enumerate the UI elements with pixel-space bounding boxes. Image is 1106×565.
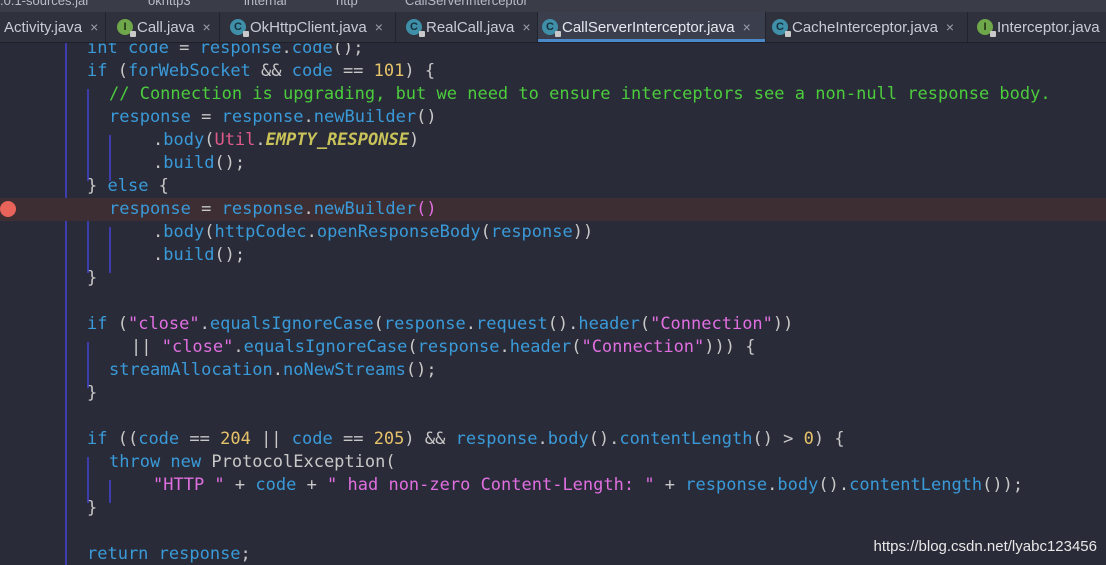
lock-icon bbox=[785, 31, 791, 37]
code-line: .body(httpCodec.openResponseBody(respons… bbox=[153, 222, 594, 242]
code-line: } else { bbox=[87, 176, 169, 196]
watermark-url: https://blog.csdn.net/lyabc123456 bbox=[873, 538, 1098, 555]
lock-icon bbox=[243, 31, 249, 37]
interface-icon: I bbox=[117, 19, 136, 37]
tab-label: CallServerInterceptor.java bbox=[562, 18, 735, 36]
breadcrumb-item[interactable]: internal bbox=[244, 0, 287, 8]
close-icon[interactable]: × bbox=[90, 19, 98, 35]
tab-interceptor-java[interactable]: I Interceptor.java bbox=[973, 12, 1106, 42]
breakpoint-icon[interactable] bbox=[0, 201, 16, 217]
code-line: // Connection is upgrading, but we need … bbox=[109, 84, 1051, 104]
code-line: if ("close".equalsIgnoreCase(response.re… bbox=[87, 314, 794, 334]
lock-icon bbox=[990, 31, 996, 37]
breadcrumb-item[interactable]: .0.1-sources.jar bbox=[0, 0, 90, 8]
close-icon[interactable]: × bbox=[743, 19, 751, 35]
breadcrumb: .0.1-sources.jar okhttp3 internal http C… bbox=[0, 0, 1106, 12]
tab-call-java[interactable]: I Call.java × bbox=[113, 12, 220, 42]
tab-label: OkHttpClient.java bbox=[250, 18, 367, 36]
code-line: int code = response.code(); bbox=[87, 43, 364, 58]
code-line: .build(); bbox=[153, 153, 246, 173]
code-line: response = response.newBuilder() bbox=[109, 107, 437, 127]
tab-callserverinterceptor-java[interactable]: C CallServerInterceptor.java × bbox=[538, 12, 766, 42]
close-icon[interactable]: × bbox=[522, 19, 530, 35]
code-line-breakpoint: response = response.newBuilder() bbox=[0, 198, 1106, 221]
code-line: .build(); bbox=[153, 245, 246, 265]
breadcrumb-item[interactable]: okhttp3 bbox=[148, 0, 191, 8]
tab-cacheinterceptor-java[interactable]: C CacheInterceptor.java × bbox=[768, 12, 968, 42]
tab-realcall-java[interactable]: C RealCall.java × bbox=[402, 12, 538, 42]
tab-okhttpclient-java[interactable]: C OkHttpClient.java × bbox=[226, 12, 396, 42]
tab-activity-java[interactable]: Activity.java × bbox=[0, 12, 106, 42]
code-line: if ((code == 204 || code == 205) && resp… bbox=[87, 429, 845, 449]
code-line: } bbox=[87, 268, 98, 288]
lock-icon bbox=[419, 31, 425, 37]
code-line: .body(Util.EMPTY_RESPONSE) bbox=[153, 130, 420, 150]
tab-label: CacheInterceptor.java bbox=[792, 18, 938, 36]
close-icon[interactable]: × bbox=[946, 19, 954, 35]
code-line: "HTTP " + code + " had non-zero Content-… bbox=[153, 475, 1024, 495]
code-line: } bbox=[87, 383, 98, 403]
tab-label: RealCall.java bbox=[426, 18, 515, 36]
close-icon[interactable]: × bbox=[375, 19, 383, 35]
code-line: if (forWebSocket && code == 101) { bbox=[87, 61, 436, 81]
class-icon: C bbox=[406, 19, 425, 37]
lock-icon bbox=[555, 31, 561, 37]
class-icon: C bbox=[772, 19, 791, 37]
breadcrumb-item[interactable]: http bbox=[336, 0, 358, 8]
editor-tab-bar: Activity.java × I Call.java × C OkHttpCl… bbox=[0, 12, 1106, 43]
tab-label: Activity.java bbox=[4, 18, 83, 36]
close-icon[interactable]: × bbox=[203, 19, 211, 35]
code-line: } bbox=[87, 498, 98, 518]
interface-icon: I bbox=[977, 19, 996, 37]
code-line: || "close".equalsIgnoreCase(response.hea… bbox=[131, 337, 756, 357]
class-icon: C bbox=[230, 19, 249, 37]
code-line: throw new ProtocolException( bbox=[109, 452, 396, 472]
lock-icon bbox=[130, 31, 136, 37]
tab-label: Call.java bbox=[137, 18, 195, 36]
code-line: streamAllocation.noNewStreams(); bbox=[109, 360, 437, 380]
breadcrumb-item[interactable]: CallServerInterceptor bbox=[405, 0, 528, 8]
class-icon: C bbox=[542, 19, 561, 37]
code-editor[interactable]: int code = response.code(); if (forWebSo… bbox=[0, 43, 1106, 565]
tab-label: Interceptor.java bbox=[997, 18, 1100, 36]
